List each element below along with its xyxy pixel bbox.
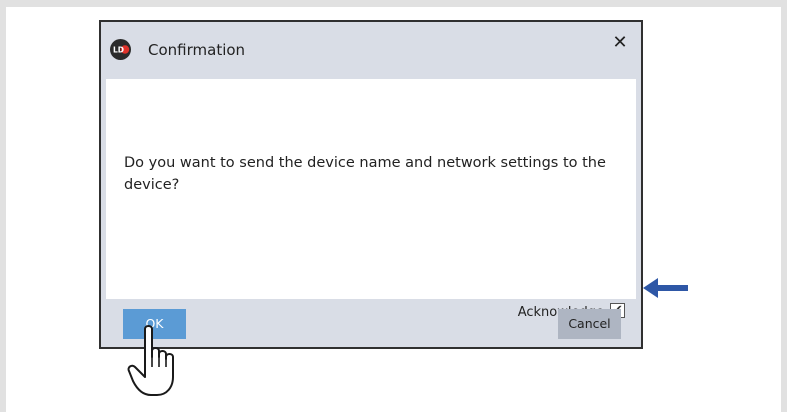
hand-pointer-icon <box>127 325 174 396</box>
confirmation-message: Do you want to send the device name and … <box>124 155 606 193</box>
close-icon[interactable]: ✕ <box>608 31 632 55</box>
dialog-content: Do you want to send the device name and … <box>106 79 636 299</box>
ld-logo-icon: LD <box>110 39 131 60</box>
arrow-left-icon <box>643 278 688 298</box>
dialog-titlebar: LD Confirmation ✕ <box>101 22 641 79</box>
dialog-title: Confirmation <box>148 41 246 59</box>
confirmation-dialog: LD Confirmation ✕ Do you want to send th… <box>99 20 643 349</box>
cancel-button[interactable]: Cancel <box>558 309 621 339</box>
svg-text:LD: LD <box>113 46 124 55</box>
